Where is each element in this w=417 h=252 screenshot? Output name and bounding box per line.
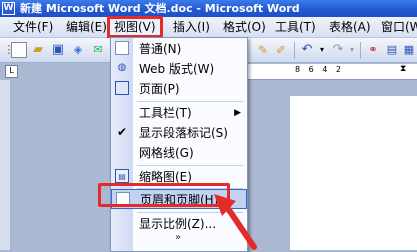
title-bar: W 新建 Microsoft Word 文档.doc - Microsoft W… bbox=[0, 0, 417, 17]
vertical-ruler bbox=[0, 80, 10, 250]
indent-marker-icon[interactable]: ⧗ bbox=[400, 64, 406, 74]
thumbnail-icon: ▤ bbox=[115, 169, 129, 183]
web-layout-icon: ◍ bbox=[117, 62, 127, 73]
menu-edit[interactable]: 编辑(E) bbox=[63, 19, 110, 35]
annotation-arrow-icon bbox=[214, 194, 257, 250]
menu-item-page[interactable]: 页面(P) bbox=[111, 79, 247, 99]
menu-item-normal[interactable]: 普通(N) bbox=[111, 39, 247, 59]
hyperlink-icon[interactable]: ⚭ bbox=[365, 42, 381, 58]
menu-item-gridlines[interactable]: 网格线(G) bbox=[111, 143, 247, 163]
menu-item-web-layout[interactable]: ◍ Web 版式(W) bbox=[111, 59, 247, 79]
menu-separator bbox=[137, 165, 243, 166]
menu-bar: 文件(F) 编辑(E) 视图(V) 插入(I) 格式(O) 工具(T) 表格(A… bbox=[0, 16, 417, 38]
save-icon[interactable]: ▣ bbox=[50, 42, 66, 58]
expand-menu-chevron-icon[interactable]: » bbox=[171, 232, 185, 244]
window-title: 新建 Microsoft Word 文档.doc - Microsoft Wor… bbox=[20, 2, 300, 15]
checkmark-icon: ✔ bbox=[116, 125, 128, 139]
menu-item-show-paragraph-marks[interactable]: ✔ 显示段落标记(S) bbox=[111, 123, 247, 143]
paintbrush-icon[interactable]: ✐ bbox=[273, 42, 289, 58]
menu-view[interactable]: 视图(V) bbox=[107, 16, 163, 38]
undo-icon[interactable]: ↶ bbox=[299, 42, 315, 58]
menu-item-toolbars[interactable]: 工具栏(T) ▶ bbox=[111, 103, 247, 123]
menu-tools[interactable]: 工具(T) bbox=[272, 19, 319, 35]
email-icon[interactable]: ✉ bbox=[90, 42, 106, 58]
menu-separator bbox=[137, 101, 243, 102]
menu-window[interactable]: 窗口(W) bbox=[378, 19, 417, 35]
open-folder-icon[interactable]: ▰ bbox=[30, 42, 46, 58]
word-app-icon[interactable]: W bbox=[2, 2, 15, 15]
submenu-arrow-icon: ▶ bbox=[234, 108, 241, 118]
menu-file[interactable]: 文件(F) bbox=[10, 19, 56, 35]
format-painter-icon[interactable]: ✎ bbox=[255, 42, 271, 58]
permission-icon[interactable]: ◈ bbox=[70, 42, 86, 58]
tables-borders-icon[interactable]: ▤ bbox=[384, 42, 400, 58]
toolbar-separator bbox=[360, 42, 361, 59]
redo-dropdown-icon[interactable]: ▾ bbox=[344, 42, 360, 58]
insert-table-icon[interactable]: ▦ bbox=[401, 42, 417, 58]
new-document-icon[interactable] bbox=[11, 42, 27, 58]
toolbar-separator bbox=[294, 42, 295, 59]
page-layout-icon bbox=[115, 81, 129, 95]
menu-format[interactable]: 格式(O) bbox=[220, 19, 269, 35]
menu-table[interactable]: 表格(A) bbox=[326, 19, 374, 35]
horizontal-ruler[interactable]: 8 6 4 2 ⧗ bbox=[240, 64, 417, 80]
document-page[interactable] bbox=[290, 96, 417, 250]
menu-insert[interactable]: 插入(I) bbox=[170, 19, 213, 35]
ruler-ticks: 8 6 4 2 bbox=[295, 65, 344, 74]
tab-selector[interactable]: L bbox=[5, 65, 18, 78]
normal-view-icon bbox=[115, 41, 129, 55]
undo-dropdown-icon[interactable]: ▾ bbox=[314, 42, 330, 58]
